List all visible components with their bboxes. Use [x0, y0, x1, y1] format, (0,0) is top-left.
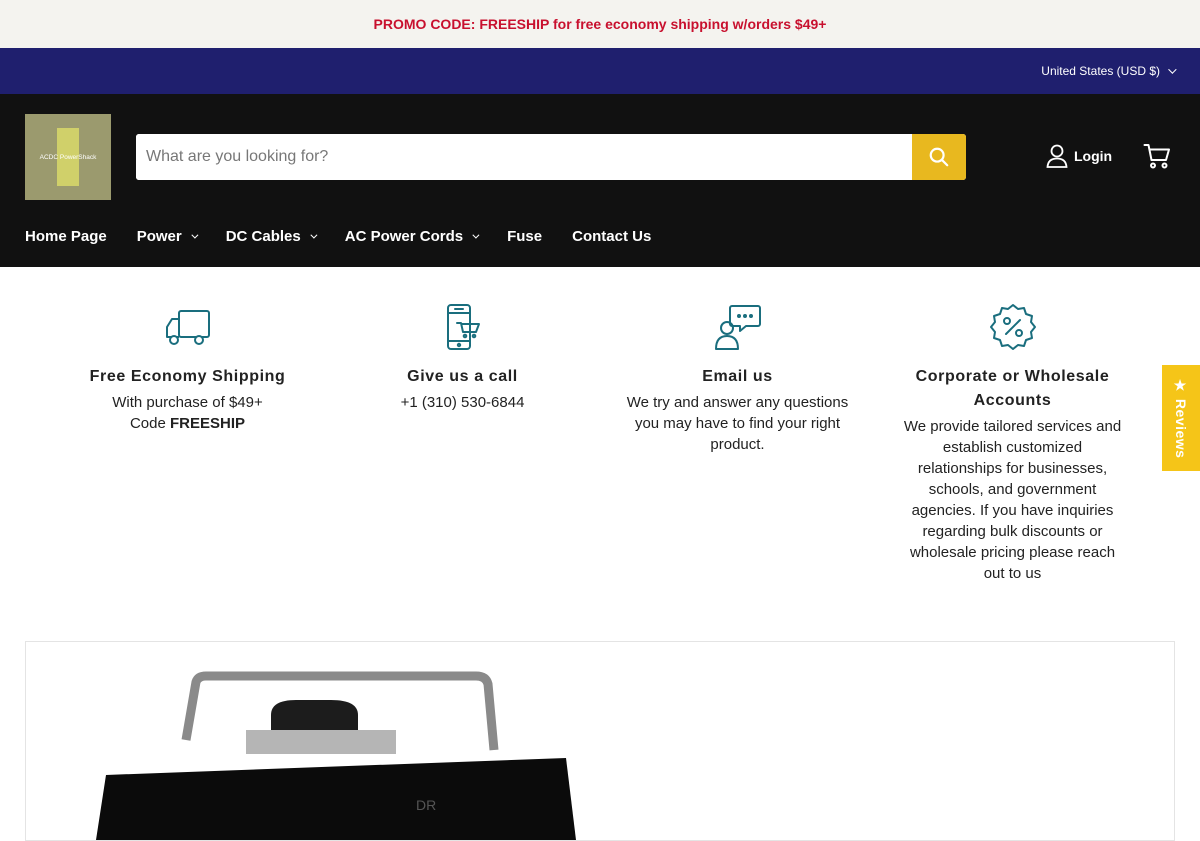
product-brand-mark: DR [416, 797, 436, 813]
feature-wholesale: Corporate or Wholesale Accounts We provi… [875, 303, 1150, 641]
chevron-down-icon [191, 231, 199, 239]
feature-shipping: Free Economy Shipping With purchase of $… [50, 303, 325, 641]
nav-label: AC Power Cords [344, 228, 464, 245]
site-header: ACDC PowerShack Login Home Page Power DC… [0, 94, 1200, 267]
search-input[interactable] [136, 134, 912, 180]
feature-title: Email us [702, 368, 773, 385]
truck-icon [165, 310, 210, 345]
chat-person-icon [714, 305, 761, 350]
nav-item-fuse[interactable]: Fuse [507, 228, 542, 245]
nav-item-dc-cables[interactable]: DC Cables [225, 228, 318, 245]
nav-item-ac-power-cords[interactable]: AC Power Cords [344, 228, 480, 245]
feature-line: With purchase of $49+ [112, 394, 263, 411]
currency-label: United States (USD $) [1041, 64, 1160, 78]
feature-row: Free Economy Shipping With purchase of $… [0, 267, 1200, 641]
feature-title: Give us a call [407, 368, 518, 385]
nav-label: DC Cables [225, 228, 301, 245]
feature-line: Code [129, 415, 170, 432]
promo-banner: PROMO CODE: FREESHIP for free economy sh… [0, 0, 1200, 48]
chevron-down-icon [1168, 65, 1177, 74]
feature-call: Give us a call +1 (310) 530-6844 [325, 303, 600, 641]
search-icon [929, 147, 949, 167]
nav-label: Contact Us [572, 228, 652, 245]
site-logo[interactable]: ACDC PowerShack [25, 114, 111, 200]
login-link[interactable]: Login [1046, 144, 1112, 168]
product-image[interactable]: DR [96, 670, 596, 840]
reviews-tab[interactable]: ★ Reviews [1162, 365, 1200, 471]
currency-bar: United States (USD $) [0, 48, 1200, 94]
feature-text[interactable]: +1 (310) 530-6844 [350, 392, 575, 413]
discount-badge-icon [989, 304, 1036, 350]
product-card: DR [25, 641, 1175, 841]
promo-text: PROMO CODE: FREESHIP for free economy sh… [373, 16, 827, 32]
phone-cart-icon [446, 304, 480, 350]
login-label: Login [1074, 148, 1113, 164]
promo-code: FREESHIP [170, 415, 246, 432]
nav-label: Fuse [507, 228, 543, 245]
cart-button[interactable] [1143, 143, 1171, 174]
reviews-tab-label: ★ Reviews [1173, 377, 1189, 459]
feature-text: We provide tailored services and establi… [903, 418, 1122, 582]
currency-selector[interactable]: United States (USD $) [1041, 64, 1177, 78]
nav-item-contact-us[interactable]: Contact Us [572, 228, 651, 245]
nav-label: Home Page [25, 228, 107, 245]
nav-label: Power [136, 228, 182, 245]
chevron-down-icon [472, 231, 480, 239]
search-button[interactable] [912, 134, 966, 180]
logo-text: ACDC PowerShack [39, 153, 97, 161]
user-icon [1046, 144, 1068, 168]
feature-text: We try and answer any questions you may … [626, 394, 849, 453]
search-bar [136, 134, 966, 180]
cart-icon [1143, 144, 1170, 169]
feature-email: Email us We try and answer any questions… [600, 303, 875, 641]
chevron-down-icon [310, 231, 318, 239]
nav-item-power[interactable]: Power [136, 228, 199, 245]
feature-text: With purchase of $49+ Code FREESHIP [75, 392, 300, 434]
feature-title: Corporate or Wholesale Accounts [915, 368, 1110, 409]
nav-item-home-page[interactable]: Home Page [25, 228, 107, 245]
main-nav: Home Page Power DC Cables AC Power Cords… [25, 228, 681, 245]
feature-title: Free Economy Shipping [89, 368, 286, 385]
